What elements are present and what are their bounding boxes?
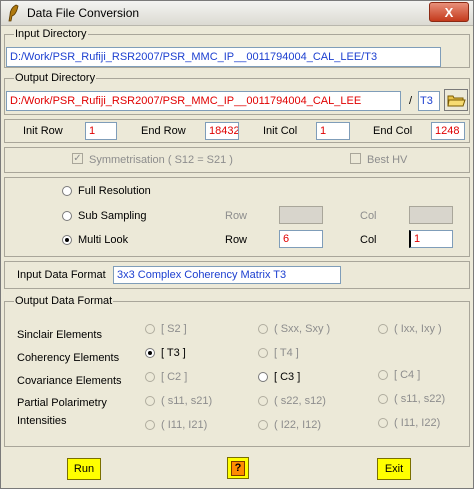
input-directory-label: Input Directory — [14, 28, 88, 40]
i22-i12-radio[interactable] — [258, 420, 268, 430]
browse-folder-button[interactable] — [444, 89, 468, 111]
symmetrisation-checkbox[interactable]: ✓ — [72, 153, 83, 164]
intensities-label: Intensities — [17, 415, 67, 427]
i22-i12-label: ( I22, I12) — [274, 419, 322, 431]
full-resolution-label: Full Resolution — [78, 185, 151, 197]
c2-label: [ C2 ] — [161, 371, 188, 383]
end-col-label: End Col — [373, 125, 413, 137]
best-hv-checkbox[interactable] — [350, 153, 361, 164]
s11-s21-label: ( s11, s21) — [161, 395, 213, 407]
multi-look-label: Multi Look — [78, 234, 129, 246]
sinclair-elements-label: Sinclair Elements — [17, 329, 102, 341]
sub-sampling-row-field — [279, 206, 323, 224]
covariance-elements-label: Covariance Elements — [17, 375, 122, 387]
ixx-ixy-radio[interactable] — [378, 324, 388, 334]
s22-s12-radio[interactable] — [258, 396, 268, 406]
i11-i22-label: ( I11, I22) — [394, 417, 441, 429]
end-col-field[interactable]: 1248 — [431, 122, 465, 140]
feather-pen-icon — [8, 4, 19, 22]
end-row-field[interactable]: 18432 — [205, 122, 239, 140]
s22-s12-label: ( s22, s12) — [274, 395, 326, 407]
sub-sampling-row-label: Row — [225, 210, 248, 222]
c2-radio[interactable] — [145, 372, 155, 382]
init-row-label: Init Row — [23, 125, 63, 137]
sub-sampling-col-label: Col — [360, 210, 377, 222]
multi-look-row-field[interactable]: 6 — [279, 230, 323, 248]
s2-label: [ S2 ] — [161, 323, 187, 335]
best-hv-label: Best HV — [367, 154, 408, 166]
close-button[interactable]: X — [429, 2, 469, 22]
sxx-sxy-radio[interactable] — [258, 324, 268, 334]
sub-sampling-col-field — [409, 206, 453, 224]
i11-i21-label: ( I11, I21) — [161, 419, 208, 431]
title-bar: Data File Conversion X — [1, 1, 473, 26]
multi-look-row-label: Row — [225, 234, 248, 246]
t3-label: [ T3 ] — [161, 347, 186, 359]
i11-i21-radio[interactable] — [145, 420, 155, 430]
symmetrisation-label: Symmetrisation ( S12 = S21 ) — [89, 154, 233, 166]
multi-look-col-label: Col — [360, 234, 377, 246]
multi-look-col-field[interactable]: 1 — [409, 230, 453, 248]
s11-s22-label: ( s11, s22) — [394, 393, 446, 405]
i11-i22-radio[interactable] — [378, 418, 388, 428]
folder-icon — [447, 95, 466, 107]
run-button[interactable]: Run — [67, 458, 101, 480]
init-col-field[interactable]: 1 — [316, 122, 350, 140]
output-directory-field[interactable]: D:/Work/PSR_Rufiji_RSR2007/PSR_MMC_IP__0… — [6, 91, 401, 111]
path-separator: / — [409, 95, 413, 107]
t4-radio[interactable] — [258, 348, 268, 358]
c4-label: [ C4 ] — [394, 369, 421, 381]
t4-label: [ T4 ] — [274, 347, 299, 359]
sub-sampling-label: Sub Sampling — [78, 210, 147, 222]
ixx-ixy-label: ( Ixx, Ixy ) — [394, 323, 442, 335]
coherency-elements-label: Coherency Elements — [17, 352, 120, 364]
end-row-label: End Row — [141, 125, 186, 137]
t3-radio[interactable] — [145, 348, 155, 358]
output-format-label: Output Data Format — [14, 295, 114, 307]
s11-s21-radio[interactable] — [145, 396, 155, 406]
c3-label: [ C3 ] — [274, 371, 301, 383]
full-resolution-radio[interactable] — [62, 186, 72, 196]
c4-radio[interactable] — [378, 370, 388, 380]
output-directory-label: Output Directory — [14, 72, 97, 84]
help-icon: ? — [231, 461, 245, 476]
input-format-field: 3x3 Complex Coherency Matrix T3 — [113, 266, 341, 284]
sxx-sxy-label: ( Sxx, Sxy ) — [274, 323, 331, 335]
input-directory-field[interactable]: D:/Work/PSR_Rufiji_RSR2007/PSR_MMC_IP__0… — [6, 47, 441, 67]
init-row-field[interactable]: 1 — [85, 122, 117, 140]
init-col-label: Init Col — [263, 125, 298, 137]
c3-radio[interactable] — [258, 372, 268, 382]
multi-look-radio[interactable] — [62, 235, 72, 245]
sub-sampling-radio[interactable] — [62, 211, 72, 221]
partial-polarimetry-label: Partial Polarimetry — [17, 397, 107, 409]
s11-s22-radio[interactable] — [378, 394, 388, 404]
exit-button[interactable]: Exit — [377, 458, 411, 480]
help-button[interactable]: ? — [227, 457, 249, 479]
window-title: Data File Conversion — [27, 6, 140, 20]
output-subdir-field[interactable]: T3 — [418, 91, 440, 111]
data-file-conversion-window: Data File Conversion X Input Directory D… — [0, 0, 474, 489]
input-format-label: Input Data Format — [17, 269, 106, 281]
s2-radio[interactable] — [145, 324, 155, 334]
